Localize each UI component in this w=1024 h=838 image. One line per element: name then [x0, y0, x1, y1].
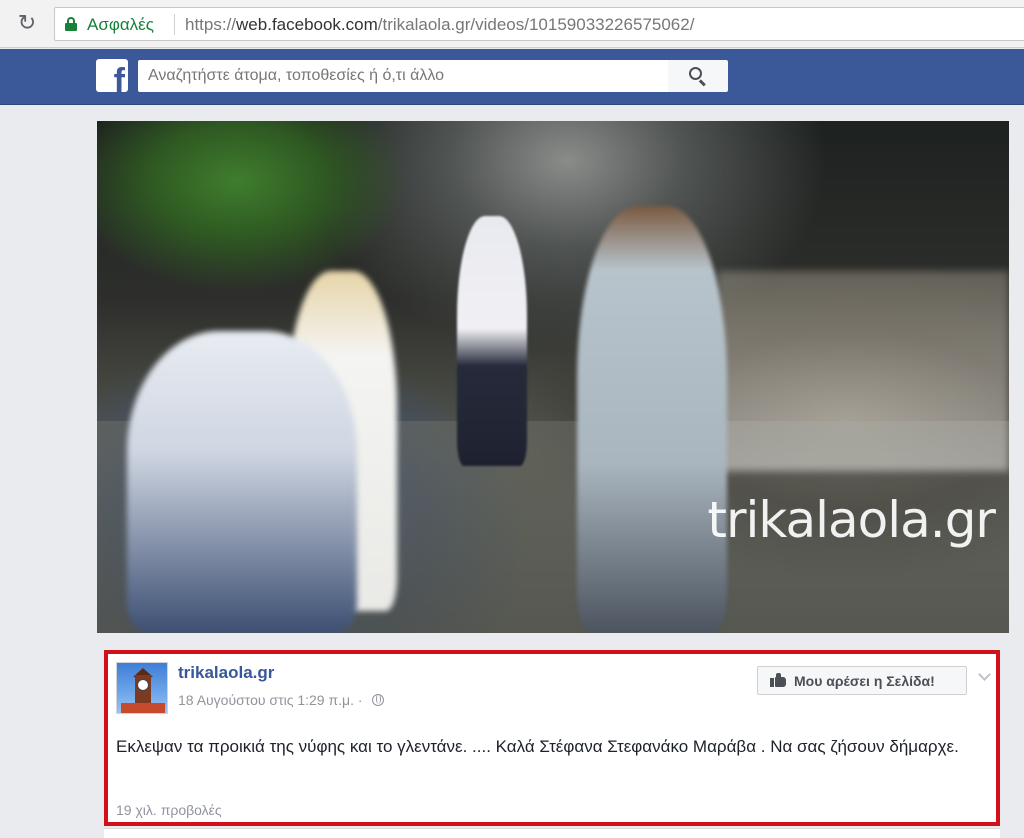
url-protocol: https:// — [185, 15, 237, 34]
facebook-logo-letter: f — [113, 62, 125, 92]
post-meta: 18 Αυγούστου στις 1:29 π.μ. · — [178, 692, 385, 708]
video-frame-dancer — [457, 216, 527, 466]
url-text[interactable]: https://web.facebook.com/trikalaola.gr/v… — [185, 15, 694, 35]
video-player[interactable]: trikalaola.gr — [97, 121, 1009, 633]
video-frame-dancer — [127, 331, 357, 633]
page-name-link[interactable]: trikalaola.gr — [178, 663, 274, 683]
video-frame-dancer — [577, 206, 727, 633]
video-watermark: trikalaola.gr — [707, 491, 996, 549]
like-page-button[interactable]: Μου αρέσει η Σελίδα! — [757, 666, 967, 695]
globe-icon[interactable] — [372, 694, 385, 706]
facebook-logo[interactable]: f — [96, 59, 128, 92]
url-host: web.facebook.com — [236, 15, 378, 34]
view-count: 19 χιλ. προβολές — [116, 802, 222, 818]
chevron-down-icon[interactable] — [978, 668, 991, 681]
meta-separator: · — [357, 692, 363, 708]
thumbs-up-icon — [770, 673, 786, 687]
post-timestamp[interactable]: 18 Αυγούστου στις 1:29 π.μ. — [178, 692, 354, 708]
facebook-header: f — [0, 49, 1024, 105]
like-page-label: Μου αρέσει η Σελίδα! — [794, 673, 935, 689]
post-card: trikalaola.gr 18 Αυγούστου στις 1:29 π.μ… — [104, 650, 1000, 826]
browser-toolbar: ↻ Ασφαλές https://web.facebook.com/trika… — [0, 0, 1024, 48]
search-icon — [688, 66, 708, 87]
url-path: /trikalaola.gr/videos/10159033226575062/ — [377, 15, 695, 34]
reload-icon[interactable]: ↻ — [14, 11, 40, 37]
search-input[interactable] — [138, 60, 668, 92]
page-avatar[interactable] — [116, 662, 168, 714]
post-text: Εκλεψαν τα προικιά της νύφης και το γλεν… — [116, 737, 959, 756]
video-frame-tables — [717, 271, 1009, 471]
omnibox-divider — [174, 14, 175, 35]
lock-icon — [65, 17, 77, 31]
card-below — [104, 828, 1000, 838]
search-button[interactable] — [668, 60, 728, 92]
search-box — [138, 60, 668, 92]
address-bar[interactable]: Ασφαλές https://web.facebook.com/trikala… — [54, 7, 1024, 41]
secure-label: Ασφαλές — [87, 15, 154, 34]
